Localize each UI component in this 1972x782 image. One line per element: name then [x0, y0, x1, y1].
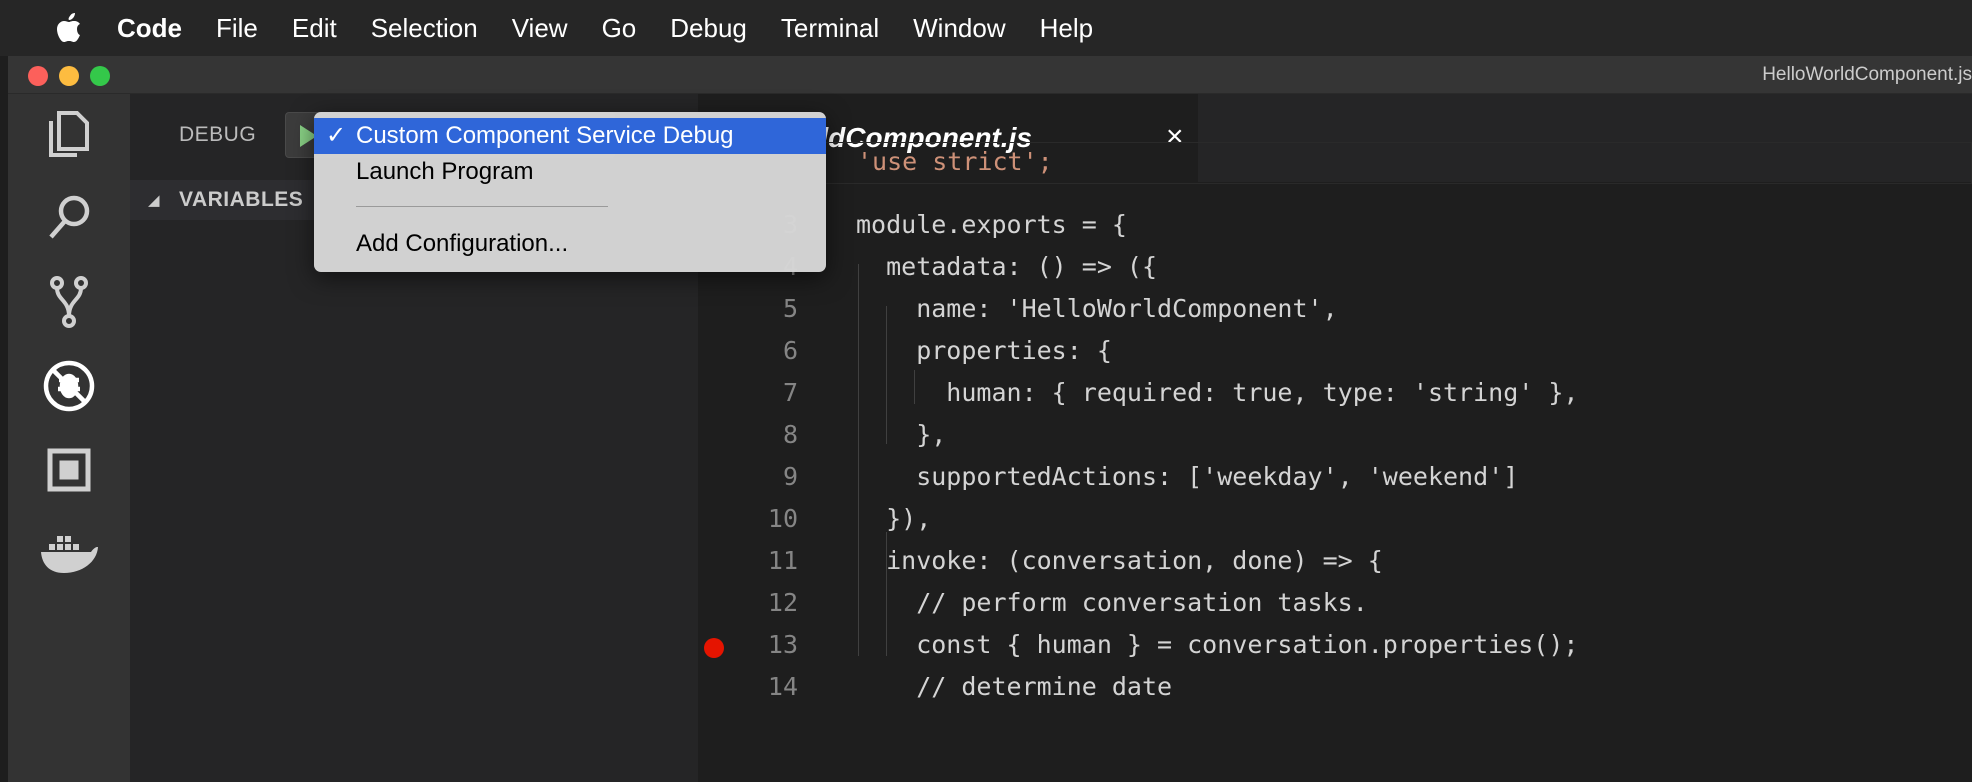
code-text: const { human } = conversation.propertie… [856, 630, 1579, 659]
breakpoint-icon[interactable] [704, 638, 724, 658]
dropdown-item-add-configuration[interactable]: Add Configuration... [314, 226, 826, 262]
code-line[interactable]: 8 }, [698, 416, 1972, 458]
search-icon[interactable] [8, 178, 130, 258]
code-text: 'use strict'; [857, 147, 1053, 176]
checkmark-icon: ✓ [326, 122, 347, 149]
source-control-icon[interactable] [8, 262, 130, 342]
code-text: }), [856, 504, 932, 533]
code-line[interactable]: 12 // perform conversation tasks. [698, 584, 1972, 626]
code-line[interactable]: 11 invoke: (conversation, done) => { [698, 542, 1972, 584]
dropdown-item-label: Add Configuration... [356, 230, 569, 257]
code-text: human: { required: true, type: 'string' … [856, 378, 1579, 407]
menu-file[interactable]: File [199, 0, 275, 56]
line-number: 8 [782, 420, 798, 449]
code-line[interactable]: 9 supportedActions: ['weekday', 'weekend… [698, 458, 1972, 500]
line-number: 7 [782, 378, 798, 407]
code-line[interactable]: 10 }), [698, 500, 1972, 542]
dropdown-item-launch-program[interactable]: Launch Program [314, 154, 826, 190]
menu-code[interactable]: Code [100, 0, 199, 56]
close-window-button[interactable] [28, 66, 48, 86]
variables-section-title: VARIABLES [179, 188, 304, 211]
line-number: 5 [782, 294, 798, 323]
expand-caret-icon: ◢ [148, 192, 160, 209]
code-line[interactable]: 3 module.exports = { [698, 206, 1972, 248]
debug-configuration-dropdown: ✓ Custom Component Service Debug Launch … [314, 112, 826, 272]
line-number: 11 [767, 546, 798, 575]
debug-icon[interactable] [8, 346, 130, 426]
code-line[interactable]: 4 metadata: () => ({ [698, 248, 1972, 290]
menu-selection[interactable]: Selection [354, 0, 495, 56]
menu-debug[interactable]: Debug [653, 0, 764, 56]
code-line[interactable]: 7 human: { required: true, type: 'string… [698, 374, 1972, 416]
line-number: 9 [782, 462, 798, 491]
code-text: }, [856, 420, 947, 449]
code-text: supportedActions: ['weekday', 'weekend'] [856, 462, 1519, 491]
menu-help[interactable]: Help [1023, 0, 1110, 56]
line-number: 6 [782, 336, 798, 365]
docker-icon[interactable] [8, 514, 130, 594]
dropdown-item-custom-component-service-debug[interactable]: ✓ Custom Component Service Debug [314, 118, 826, 154]
files-icon[interactable] [8, 94, 130, 174]
dropdown-item-label: Launch Program [356, 158, 534, 185]
activity-bar [8, 94, 130, 782]
code-editor: HelloWorldComponent.js × 'use strict'; 3… [698, 94, 1972, 782]
code-text: invoke: (conversation, done) => { [856, 546, 1383, 575]
apple-logo-icon[interactable] [46, 12, 92, 44]
line-number: 10 [767, 504, 798, 533]
code-line[interactable]: 6 properties: { [698, 332, 1972, 374]
window-title-bar: HelloWorldComponent.js [8, 56, 1972, 94]
minimize-window-button[interactable] [59, 66, 79, 86]
menu-edit[interactable]: Edit [275, 0, 354, 56]
menu-go[interactable]: Go [585, 0, 654, 56]
macos-menu-bar: Code File Edit Selection View Go Debug T… [0, 0, 1972, 56]
menu-terminal[interactable]: Terminal [764, 0, 896, 56]
extensions-icon[interactable] [8, 430, 130, 510]
line-number: 12 [767, 588, 798, 617]
code-text: metadata: () => ({ [856, 252, 1158, 281]
code-text: properties: { [856, 336, 1112, 365]
debug-view-title: DEBUG [179, 123, 257, 146]
code-line[interactable]: 5 name: 'HelloWorldComponent', [698, 290, 1972, 332]
code-text: // perform conversation tasks. [856, 588, 1368, 617]
code-line[interactable]: 'use strict'; [698, 142, 1972, 184]
line-number: 13 [767, 630, 798, 659]
code-line[interactable]: 14 // determine date [698, 668, 1972, 710]
dropdown-separator [356, 206, 608, 207]
code-text: name: 'HelloWorldComponent', [856, 294, 1338, 323]
menu-window[interactable]: Window [896, 0, 1022, 56]
code-text: // determine date [856, 672, 1173, 701]
zoom-window-button[interactable] [90, 66, 110, 86]
menu-view[interactable]: View [495, 0, 585, 56]
code-line-breakpoint[interactable]: 13 const { human } = conversation.proper… [698, 626, 1972, 668]
line-number: 14 [767, 672, 798, 701]
code-text: module.exports = { [856, 210, 1127, 239]
dropdown-item-label: Custom Component Service Debug [356, 122, 734, 149]
window-title: HelloWorldComponent.js [1762, 64, 1972, 85]
